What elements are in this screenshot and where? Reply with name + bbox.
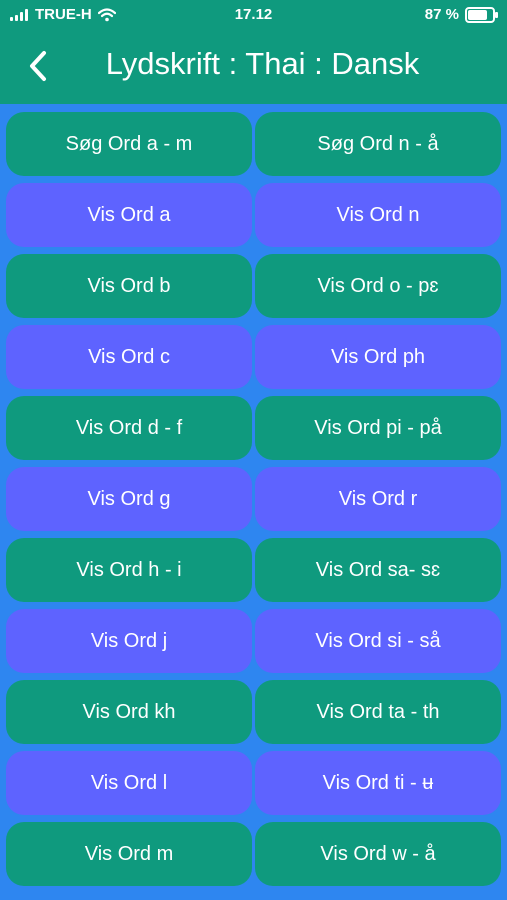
word-button[interactable]: Vis Ord sa- sɛ <box>255 538 501 602</box>
word-button[interactable]: Vis Ord ti - ʉ <box>255 751 501 815</box>
word-button[interactable]: Vis Ord kh <box>6 680 252 744</box>
word-button[interactable]: Vis Ord g <box>6 467 252 531</box>
word-button[interactable]: Vis Ord n <box>255 183 501 247</box>
word-button[interactable]: Vis Ord j <box>6 609 252 673</box>
word-button[interactable]: Vis Ord r <box>255 467 501 531</box>
word-button[interactable]: Vis Ord ta - th <box>255 680 501 744</box>
word-button[interactable]: Vis Ord w - å <box>255 822 501 886</box>
word-button[interactable]: Vis Ord c <box>6 325 252 389</box>
word-button[interactable]: Vis Ord h - i <box>6 538 252 602</box>
word-button[interactable]: Vis Ord m <box>6 822 252 886</box>
word-button[interactable]: Vis Ord ph <box>255 325 501 389</box>
word-button[interactable]: Søg Ord a - m <box>6 112 252 176</box>
page-title: Lydskrift : Thai : Dansk <box>105 46 420 81</box>
word-button-grid: Søg Ord a - m Søg Ord n - å Vis Ord a Vis O… <box>6 112 502 886</box>
word-button[interactable]: Vis Ord l <box>6 751 252 815</box>
word-button[interactable]: Vis Ord b <box>6 254 252 318</box>
word-button[interactable]: Vis Ord pi - på <box>255 396 501 460</box>
app-header: TRUE-H 17.12 87 % Lydskrift : Thai : Dan… <box>0 0 507 104</box>
battery-icon <box>465 6 498 23</box>
status-bar: TRUE-H 17.12 87 % <box>0 0 507 32</box>
word-button[interactable]: Vis Ord si - så <box>255 609 501 673</box>
word-button[interactable]: Vis Ord d - f <box>6 396 252 460</box>
word-button[interactable]: Søg Ord n - å <box>255 112 501 176</box>
word-button[interactable]: Vis Ord a <box>6 183 252 247</box>
word-button[interactable]: Vis Ord o - pɛ <box>255 254 501 318</box>
battery-percent: 87 % <box>424 6 459 23</box>
